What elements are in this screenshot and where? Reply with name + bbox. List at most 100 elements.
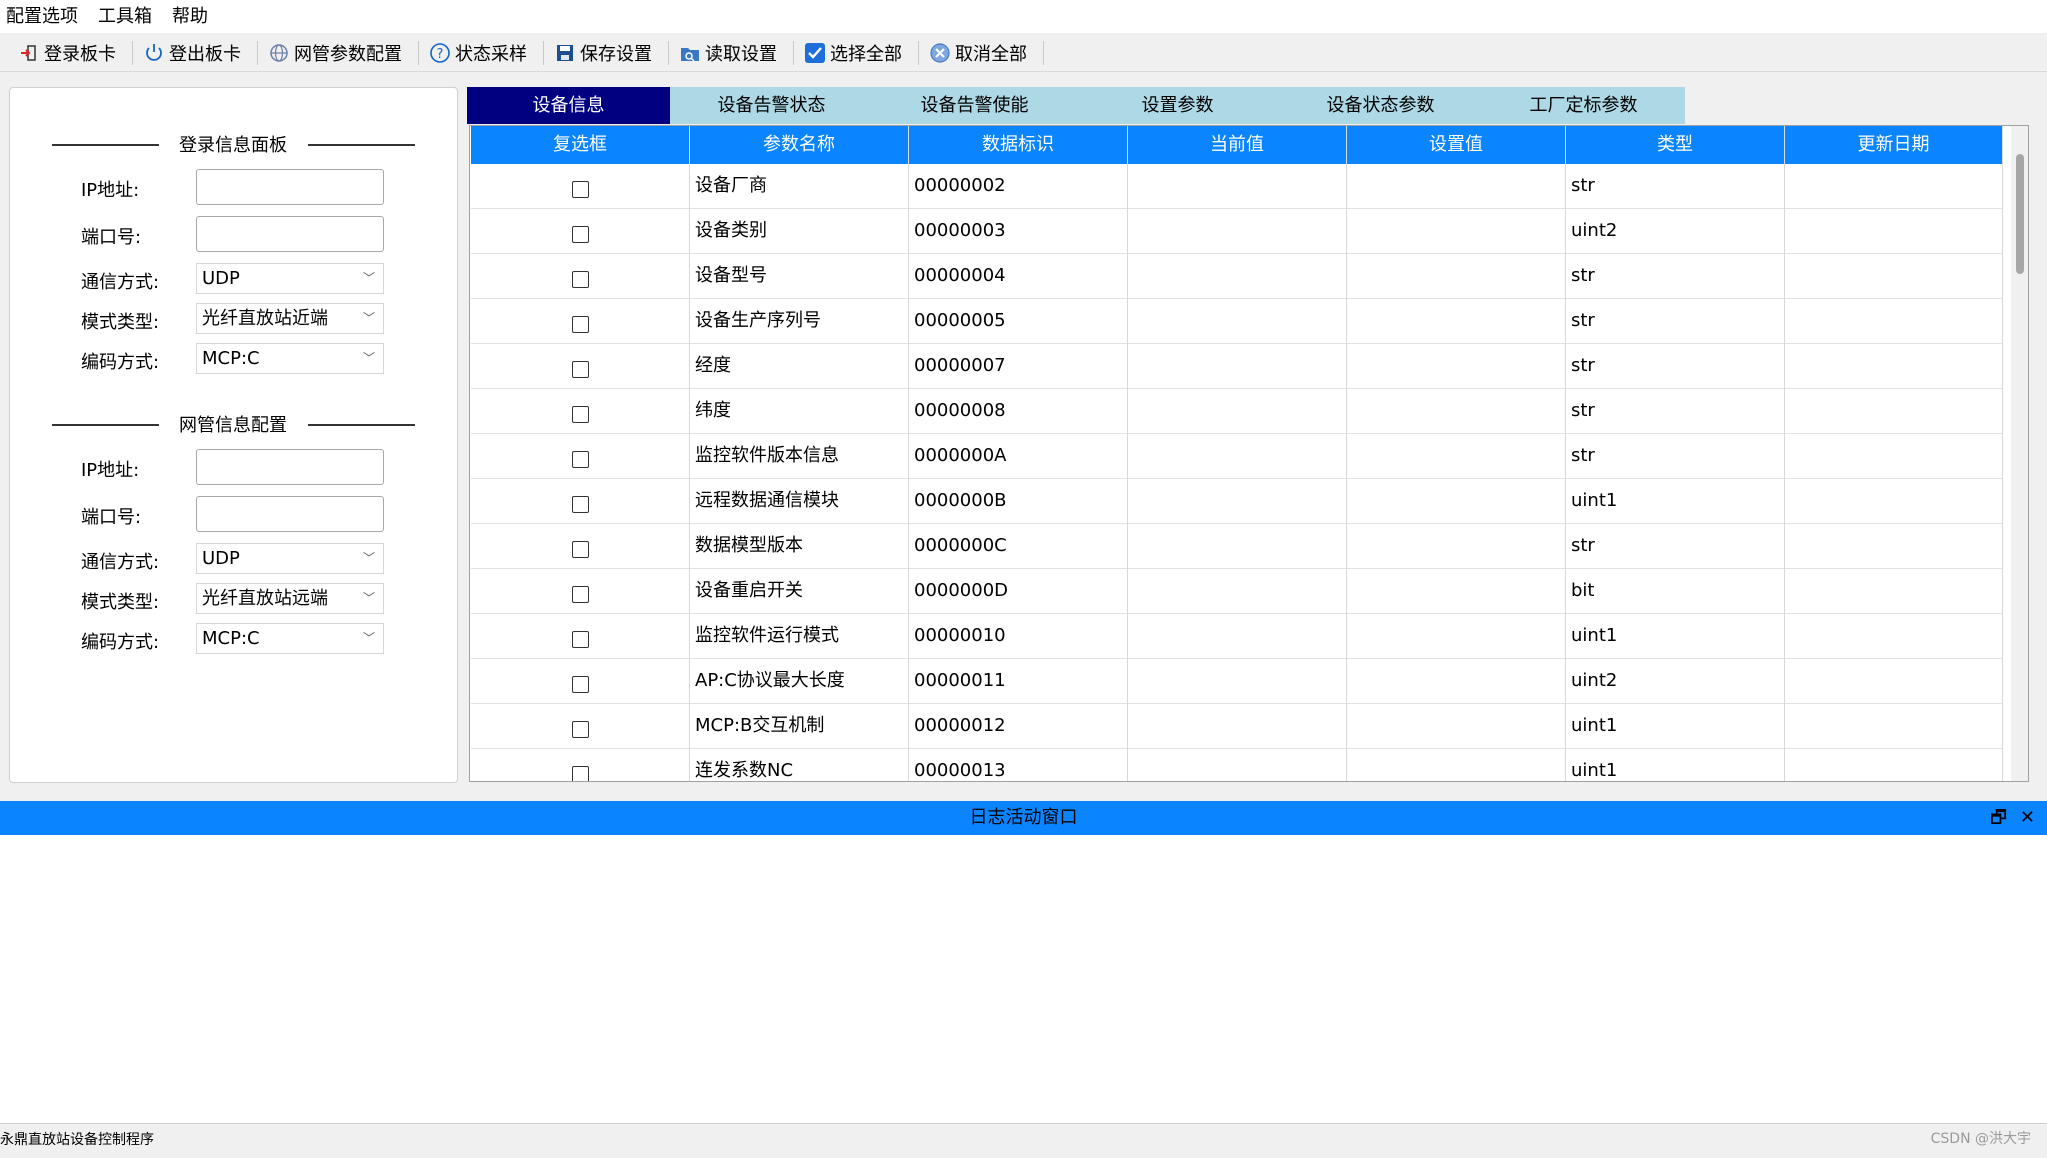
tab-device-status-parameters[interactable]: 设备状态参数 bbox=[1279, 87, 1482, 124]
checkbox-cell bbox=[471, 479, 690, 524]
nm-ip-label: IP地址: bbox=[81, 460, 140, 481]
param-name-cell: 远程数据通信模块 bbox=[690, 479, 909, 524]
set-value-cell[interactable] bbox=[1347, 344, 1566, 389]
current-value-cell bbox=[1128, 299, 1347, 344]
set-value-cell[interactable] bbox=[1347, 389, 1566, 434]
nm-ip-input[interactable] bbox=[196, 449, 384, 485]
table-row[interactable]: 经度 00000007 str bbox=[471, 344, 2003, 389]
login-comm-select[interactable]: UDP ﹀ bbox=[196, 263, 384, 294]
param-name-cell: 监控软件运行模式 bbox=[690, 614, 909, 659]
deselect-all-button[interactable]: 取消全部 bbox=[925, 37, 1041, 69]
current-value-cell bbox=[1128, 254, 1347, 299]
update-date-cell bbox=[1785, 254, 2003, 299]
column-header-current-value[interactable]: 当前值 bbox=[1128, 126, 1347, 164]
login-port-input[interactable] bbox=[196, 216, 384, 252]
table-scrollbar[interactable] bbox=[2011, 126, 2028, 781]
table-row[interactable]: 设备型号 00000004 str bbox=[471, 254, 2003, 299]
row-checkbox[interactable] bbox=[571, 631, 589, 648]
set-value-cell[interactable] bbox=[1347, 209, 1566, 254]
tab-device-info[interactable]: 设备信息 bbox=[467, 87, 670, 124]
column-header-data-id[interactable]: 数据标识 bbox=[909, 126, 1128, 164]
save-settings-button[interactable]: 保存设置 bbox=[550, 37, 666, 69]
set-value-cell[interactable] bbox=[1347, 569, 1566, 614]
row-checkbox[interactable] bbox=[571, 451, 589, 468]
menu-help[interactable]: 帮助 bbox=[164, 0, 220, 33]
tab-set-parameters[interactable]: 设置参数 bbox=[1076, 87, 1279, 124]
menu-toolbox[interactable]: 工具箱 bbox=[90, 0, 164, 33]
table-row[interactable]: 数据模型版本 0000000C str bbox=[471, 524, 2003, 569]
read-settings-button[interactable]: 读取设置 bbox=[675, 37, 791, 69]
row-checkbox[interactable] bbox=[571, 271, 589, 288]
row-checkbox[interactable] bbox=[571, 766, 589, 781]
login-encoding-select[interactable]: MCP:C ﹀ bbox=[196, 343, 384, 374]
row-checkbox[interactable] bbox=[571, 676, 589, 693]
login-ip-input[interactable] bbox=[196, 169, 384, 205]
checkbox-cell bbox=[471, 299, 690, 344]
nm-comm-select[interactable]: UDP ﹀ bbox=[196, 543, 384, 574]
restore-icon[interactable]: 🗗 bbox=[1990, 801, 2007, 835]
table-row[interactable]: 纬度 00000008 str bbox=[471, 389, 2003, 434]
network-config-button[interactable]: 网管参数配置 bbox=[264, 37, 416, 69]
row-checkbox[interactable] bbox=[571, 496, 589, 513]
log-output-area[interactable] bbox=[0, 835, 2047, 1123]
table-row[interactable]: 监控软件运行模式 00000010 uint1 bbox=[471, 614, 2003, 659]
nm-encoding-select[interactable]: MCP:C ﹀ bbox=[196, 623, 384, 654]
set-value-cell[interactable] bbox=[1347, 614, 1566, 659]
set-value-cell[interactable] bbox=[1347, 524, 1566, 569]
scrollbar-thumb[interactable] bbox=[2016, 154, 2024, 274]
close-icon[interactable]: ✕ bbox=[2020, 801, 2035, 835]
table-row[interactable]: 设备生产序列号 00000005 str bbox=[471, 299, 2003, 344]
table-row[interactable]: 监控软件版本信息 0000000A str bbox=[471, 434, 2003, 479]
left-config-panel: 登录信息面板 IP地址: 端口号: 通信方式: UDP ﹀ 模式类型: 光纤直放站… bbox=[9, 87, 458, 783]
logout-board-label: 登出板卡 bbox=[169, 43, 241, 65]
row-checkbox[interactable] bbox=[571, 316, 589, 333]
tab-device-alarm-enable[interactable]: 设备告警使能 bbox=[873, 87, 1076, 124]
login-comm-label: 通信方式: bbox=[81, 272, 160, 293]
nm-comm-label: 通信方式: bbox=[81, 552, 160, 573]
data-id-cell: 00000005 bbox=[909, 299, 1128, 344]
checkbox-cell bbox=[471, 524, 690, 569]
type-cell: str bbox=[1566, 254, 1785, 299]
table-row[interactable]: MCP:B交互机制 00000012 uint1 bbox=[471, 704, 2003, 749]
table-row[interactable]: AP:C协议最大长度 00000011 uint2 bbox=[471, 659, 2003, 704]
logout-board-button[interactable]: 登出板卡 bbox=[139, 37, 255, 69]
table-row[interactable]: 设备类别 00000003 uint2 bbox=[471, 209, 2003, 254]
table-row[interactable]: 设备厂商 00000002 str bbox=[471, 164, 2003, 209]
column-header-set-value[interactable]: 设置值 bbox=[1347, 126, 1566, 164]
param-name-cell: 设备类别 bbox=[690, 209, 909, 254]
menu-config-options[interactable]: 配置选项 bbox=[0, 0, 90, 33]
login-icon bbox=[18, 42, 40, 64]
row-checkbox[interactable] bbox=[571, 181, 589, 198]
column-header-update-date[interactable]: 更新日期 bbox=[1785, 126, 2003, 164]
nm-mode-select[interactable]: 光纤直放站远端 ﹀ bbox=[196, 583, 384, 614]
set-value-cell[interactable] bbox=[1347, 704, 1566, 749]
table-row[interactable]: 设备重启开关 0000000D bit bbox=[471, 569, 2003, 614]
select-all-button[interactable]: 选择全部 bbox=[800, 37, 916, 69]
nm-port-input[interactable] bbox=[196, 496, 384, 532]
table-row[interactable]: 连发系数NC 00000013 uint1 bbox=[471, 749, 2003, 781]
row-checkbox[interactable] bbox=[571, 226, 589, 243]
row-checkbox[interactable] bbox=[571, 361, 589, 378]
tab-device-alarm-status[interactable]: 设备告警状态 bbox=[670, 87, 873, 124]
row-checkbox[interactable] bbox=[571, 721, 589, 738]
set-value-cell[interactable] bbox=[1347, 299, 1566, 344]
set-value-cell[interactable] bbox=[1347, 164, 1566, 209]
table-row[interactable]: 远程数据通信模块 0000000B uint1 bbox=[471, 479, 2003, 524]
tab-factory-calibration[interactable]: 工厂定标参数 bbox=[1482, 87, 1685, 124]
row-checkbox[interactable] bbox=[571, 541, 589, 558]
status-sampling-button[interactable]: ? 状态采样 bbox=[425, 37, 541, 69]
type-cell: uint1 bbox=[1566, 749, 1785, 781]
column-header-param-name[interactable]: 参数名称 bbox=[690, 126, 909, 164]
set-value-cell[interactable] bbox=[1347, 749, 1566, 781]
login-mode-select[interactable]: 光纤直放站近端 ﹀ bbox=[196, 303, 384, 334]
set-value-cell[interactable] bbox=[1347, 434, 1566, 479]
column-header-checkbox[interactable]: 复选框 bbox=[471, 126, 690, 164]
nm-encoding-value: MCP:C bbox=[202, 628, 260, 649]
column-header-type[interactable]: 类型 bbox=[1566, 126, 1785, 164]
row-checkbox[interactable] bbox=[571, 406, 589, 423]
set-value-cell[interactable] bbox=[1347, 659, 1566, 704]
row-checkbox[interactable] bbox=[571, 586, 589, 603]
set-value-cell[interactable] bbox=[1347, 254, 1566, 299]
login-board-button[interactable]: 登录板卡 bbox=[14, 37, 130, 69]
set-value-cell[interactable] bbox=[1347, 479, 1566, 524]
